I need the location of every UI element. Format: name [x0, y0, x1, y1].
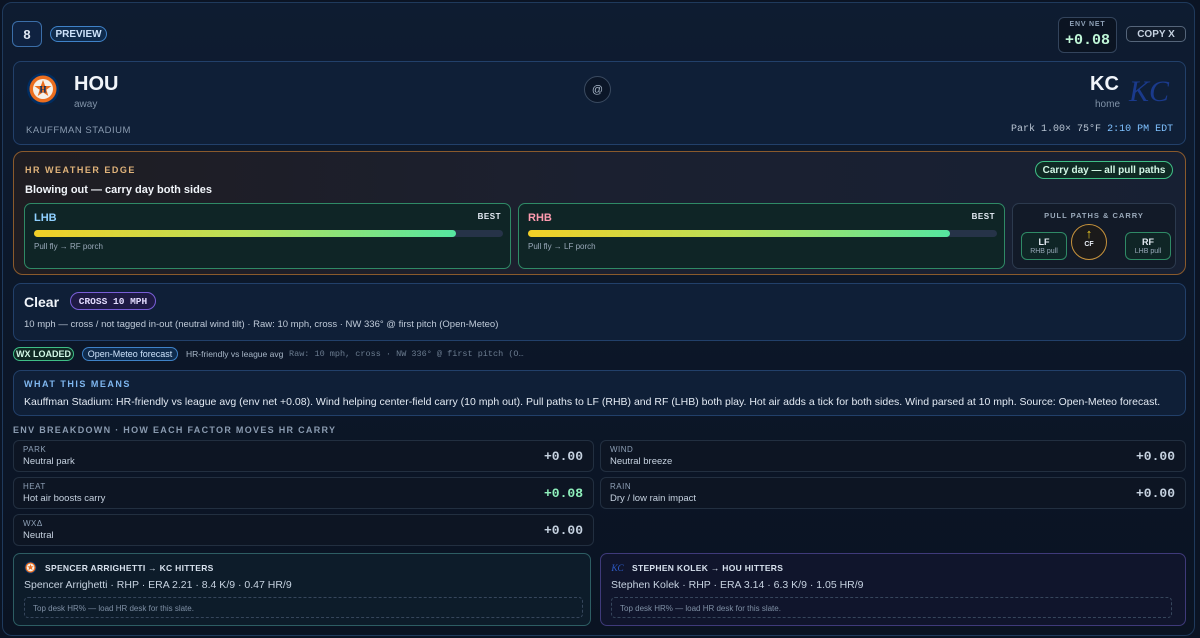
- away-team-abbr: HOU: [74, 73, 119, 95]
- rhb-carry-fill: [528, 230, 951, 237]
- away-team-role: away: [74, 99, 98, 110]
- factor-desc: Neutral: [23, 530, 54, 541]
- royals-logo-icon: KC: [1128, 75, 1170, 108]
- wind-pill: CROSS 10 MPH: [70, 292, 156, 310]
- factor-label: HEAT: [23, 482, 46, 491]
- temperature: 75°F: [1077, 124, 1102, 135]
- factor-value: +0.08: [543, 486, 583, 501]
- factor-desc: Neutral park: [23, 456, 75, 467]
- lhb-best-tag: BEST: [477, 212, 501, 221]
- home-pitcher-card: KC STEPHEN KOLEK → HOU HITTERS Stephen K…: [600, 553, 1186, 626]
- sky-conditions-panel: Clear CROSS 10 MPH 10 mph — cross / not …: [13, 283, 1186, 341]
- pitcher-stat-line: Spencer Arrighetti · RHP · ERA 2.21 · 8.…: [24, 579, 292, 591]
- env-breakdown-title: ENV BREAKDOWN · HOW EACH FACTOR MOVES HR…: [13, 425, 337, 435]
- factor-wx-delta: WXΔ Neutral +0.00: [13, 514, 594, 546]
- copy-x-button[interactable]: COPY X: [1126, 26, 1186, 42]
- pitcher-title: SPENCER ARRIGHETTI → KC HITTERS: [45, 563, 214, 573]
- factor-label: RAIN: [610, 482, 632, 491]
- pull-lf-sub: RHB pull: [1030, 248, 1058, 255]
- pitcher-stat-line: Stephen Kolek · RHP · ERA 3.14 · 6.3 K/9…: [611, 579, 864, 591]
- royals-logo-icon: KC: [611, 564, 624, 574]
- factor-value: +0.00: [543, 449, 583, 464]
- sky-detail: 10 mph — cross / not tagged in-out (neut…: [24, 319, 499, 330]
- pull-paths-box: PULL PATHS & CARRY LF RHB pull ↑ CF RF L…: [1012, 203, 1176, 269]
- pull-path-cf: ↑ CF: [1071, 224, 1107, 260]
- factor-value: +0.00: [1135, 449, 1175, 464]
- stadium-name: KAUFFMAN STADIUM: [26, 125, 131, 136]
- factor-value: +0.00: [1135, 486, 1175, 501]
- home-team-abbr: KC: [1090, 73, 1119, 95]
- rhb-pull-note: Pull fly → LF porch: [528, 242, 596, 251]
- factor-wind: WIND Neutral breeze +0.00: [600, 440, 1186, 472]
- svg-text:KC: KC: [611, 564, 624, 574]
- lhb-edge-card: LHB BEST Pull fly → RF porch: [24, 203, 511, 269]
- game-number-badge: 8: [12, 21, 42, 47]
- svg-text:H: H: [39, 85, 46, 95]
- svg-text:KC: KC: [1128, 75, 1170, 108]
- hr-desk-placeholder[interactable]: Top desk HR% — load HR desk for this sla…: [611, 597, 1172, 618]
- factor-desc: Hot air boosts carry: [23, 493, 106, 504]
- factor-park: PARK Neutral park +0.00: [13, 440, 594, 472]
- factor-label: PARK: [23, 445, 47, 454]
- hr-desk-placeholder[interactable]: Top desk HR% — load HR desk for this sla…: [24, 597, 583, 618]
- what-this-means-text: Kauffman Stadium: HR-friendly vs league …: [24, 396, 1161, 408]
- pull-rf-label: RF: [1142, 237, 1154, 247]
- home-team-role: home: [1095, 99, 1121, 110]
- pull-rf-sub: LHB pull: [1134, 248, 1162, 255]
- carry-day-badge: Carry day — all pull paths: [1035, 161, 1173, 179]
- park-factor: Park 1.00×: [1011, 124, 1072, 135]
- versus-separator: @: [584, 76, 611, 103]
- factor-heat: HEAT Hot air boosts carry +0.08: [13, 477, 594, 509]
- hr-edge-headline: Blowing out — carry day both sides: [25, 184, 213, 196]
- status-pill: PREVIEW: [50, 26, 107, 42]
- env-net-value: +0.08: [1064, 32, 1110, 49]
- what-this-means-panel: WHAT THIS MEANS Kauffman Stadium: HR-fri…: [13, 370, 1186, 416]
- factor-rain: RAIN Dry / low rain impact +0.00: [600, 477, 1186, 509]
- pull-paths-title: PULL PATHS & CARRY: [1044, 211, 1144, 220]
- matchup-panel: H HOU away @ KC home KC KAUFFMAN STADIUM…: [13, 61, 1186, 145]
- what-this-means-title: WHAT THIS MEANS: [24, 379, 131, 389]
- lhb-pull-note: Pull fly → RF porch: [34, 242, 103, 251]
- rhb-carry-bar: [528, 230, 997, 237]
- forecast-source-pill: Open-Meteo forecast: [82, 347, 178, 361]
- factor-desc: Neutral breeze: [610, 456, 673, 467]
- factor-value: +0.00: [543, 523, 583, 538]
- pull-path-rf: RF LHB pull: [1125, 232, 1171, 260]
- lhb-carry-fill: [34, 230, 457, 237]
- wind-arrow-up-icon: ↑: [1085, 226, 1093, 241]
- hr-friendly-summary: HR-friendly vs league avg: [186, 349, 284, 359]
- game-time: 2:10 PM EDT: [1107, 124, 1174, 135]
- pull-lf-label: LF: [1038, 237, 1050, 247]
- factor-desc: Dry / low rain impact: [610, 493, 697, 504]
- lhb-label: LHB: [34, 212, 57, 224]
- hr-weather-edge-panel: HR WEATHER EDGE Blowing out — carry day …: [13, 151, 1186, 275]
- rhb-label: RHB: [528, 212, 552, 224]
- factor-label: WIND: [610, 445, 634, 454]
- pitcher-title: STEPHEN KOLEK → HOU HITTERS: [632, 563, 784, 573]
- rhb-edge-card: RHB BEST Pull fly → LF porch: [518, 203, 1005, 269]
- pull-path-lf: LF RHB pull: [1021, 232, 1067, 260]
- sky-condition: Clear: [24, 294, 60, 310]
- pull-cf-label: CF: [1084, 241, 1094, 248]
- astros-logo-icon: [24, 561, 37, 574]
- lhb-carry-bar: [34, 230, 503, 237]
- park-weather-time: Park 1.00× 75°F 2:10 PM EDT: [1011, 124, 1173, 135]
- factor-label: WXΔ: [23, 519, 43, 528]
- away-pitcher-card: SPENCER ARRIGHETTI → KC HITTERS Spencer …: [13, 553, 591, 626]
- raw-wind-readout: Raw: 10 mph, cross · NW 336° @ first pit…: [289, 349, 524, 359]
- rhb-best-tag: BEST: [971, 212, 995, 221]
- astros-logo-icon: H: [27, 73, 59, 105]
- wx-loaded-pill: WX LOADED: [13, 347, 74, 361]
- env-net-box: ENV NET +0.08: [1058, 17, 1117, 53]
- hr-edge-title: HR WEATHER EDGE: [25, 165, 136, 175]
- env-net-label: ENV NET: [1069, 21, 1106, 28]
